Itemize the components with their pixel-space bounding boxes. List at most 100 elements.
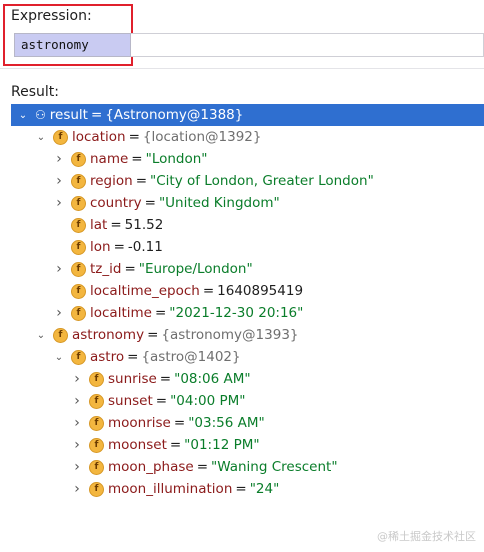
field-name: moonrise [108,415,171,431]
field-name: astronomy [72,327,145,343]
tree-row-name[interactable]: › f name = "London" [11,148,484,170]
field-icon: f [71,349,86,365]
field-name: tz_id [90,261,122,277]
chevron-right-icon[interactable]: › [71,459,83,475]
tree-row-localtime[interactable]: › f localtime = "2021-12-30 20:16" [11,302,484,324]
field-value: {Astronomy@1388} [105,107,244,123]
field-value: 1640895419 [217,283,304,299]
field-icon: f [71,239,86,255]
field-icon: f [89,371,104,387]
field-value: "London" [145,151,208,167]
field-name: moon_phase [108,459,194,475]
field-name: sunset [108,393,153,409]
result-label: Result: [11,84,59,100]
field-name: name [90,151,129,167]
field-icon: f [71,283,86,299]
watermark: @稀土掘金技术社区 [377,530,476,543]
chevron-down-icon[interactable]: ⌄ [53,352,65,363]
tree-row-result[interactable]: ⌄ ⚇ result = {Astronomy@1388} [11,104,484,126]
field-name: region [90,173,133,189]
field-icon: f [71,151,86,167]
equals-sign: = [128,129,140,145]
chevron-right-icon[interactable]: › [71,415,83,431]
expression-input-extension[interactable] [131,33,484,57]
chevron-right-icon[interactable]: › [71,393,83,409]
field-icon: f [53,129,68,145]
tree-row-sunrise[interactable]: › f sunrise = "08:06 AM" [11,368,484,390]
field-icon: f [71,217,86,233]
field-icon: f [89,481,104,497]
chevron-right-icon[interactable]: › [53,261,65,277]
tree-row-location[interactable]: ⌄ f location = {location@1392} [11,126,484,148]
chevron-right-icon[interactable]: › [71,437,83,453]
expression-input[interactable]: astronomy [14,33,131,57]
equals-sign: = [169,437,182,453]
divider [0,68,484,69]
field-icon: f [71,261,86,277]
field-icon: f [71,305,86,321]
equals-sign: = [131,151,143,167]
tree-row-lat[interactable]: f lat = 51.52 [11,214,484,236]
equals-sign: = [159,371,172,387]
chevron-down-icon[interactable]: ⌄ [35,330,47,341]
field-name: country [90,195,142,211]
tree-row-tz_id[interactable]: › f tz_id = "Europe/London" [11,258,484,280]
field-value: "City of London, Greater London" [150,173,374,189]
equals-sign: = [202,283,215,299]
field-icon: f [89,437,104,453]
field-icon: f [89,393,104,409]
chevron-right-icon[interactable]: › [53,195,65,211]
equals-sign: = [173,415,186,431]
field-icon: f [89,459,104,475]
field-name: astro [90,349,125,365]
tree-row-lon[interactable]: f lon = -0.11 [11,236,484,258]
field-value: {astro@1402} [141,349,241,365]
chevron-right-icon[interactable]: › [53,151,65,167]
field-name: result [49,107,88,123]
field-value: "Europe/London" [138,261,253,277]
equals-sign: = [147,327,159,343]
chevron-right-icon[interactable]: › [71,481,83,497]
field-value: "2021-12-30 20:16" [169,305,304,321]
tree-row-country[interactable]: › f country = "United Kingdom" [11,192,484,214]
field-value: "03:56 AM" [188,415,265,431]
field-value: "24" [249,481,280,497]
field-icon: f [53,327,68,343]
chevron-right-icon[interactable]: › [71,371,83,387]
field-value: "04:00 PM" [170,393,246,409]
tree-row-astronomy[interactable]: ⌄ f astronomy = {astronomy@1393} [11,324,484,346]
field-value: {astronomy@1393} [161,327,299,343]
field-value: "01:12 PM" [184,437,260,453]
equals-sign: = [235,481,247,497]
tree-row-sunset[interactable]: › f sunset = "04:00 PM" [11,390,484,412]
tree-row-region[interactable]: › f region = "City of London, Greater London… [11,170,484,192]
field-icon: f [89,415,104,431]
equals-sign: = [124,261,136,277]
field-name: lat [90,217,108,233]
tree-row-localtime_epoch[interactable]: f localtime_epoch = 1640895419 [11,280,484,302]
tree-row-moonrise[interactable]: › f moonrise = "03:56 AM" [11,412,484,434]
equals-sign: = [196,459,209,475]
field-value: "08:06 AM" [174,371,251,387]
field-value: {location@1392} [142,129,262,145]
tree-row-moonset[interactable]: › f moonset = "01:12 PM" [11,434,484,456]
tree-row-moon_phase[interactable]: › f moon_phase = "Waning Crescent" [11,456,484,478]
field-name: moonset [108,437,167,453]
field-icon: f [71,195,86,211]
tree-row-moon_illumination[interactable]: › f moon_illumination = "24" [11,478,484,500]
field-name: localtime_epoch [90,283,200,299]
equals-sign: = [127,349,139,365]
field-name: sunrise [108,371,157,387]
chevron-down-icon[interactable]: ⌄ [35,132,47,143]
chevron-right-icon[interactable]: › [53,173,65,189]
field-name: location [72,129,126,145]
equals-sign: = [154,305,167,321]
field-value: "Waning Crescent" [211,459,338,475]
chevron-right-icon[interactable]: › [53,305,65,321]
chevron-down-icon[interactable]: ⌄ [17,110,29,121]
field-value: 51.52 [124,217,164,233]
tree-row-astro[interactable]: ⌄ f astro = {astro@1402} [11,346,484,368]
field-name: moon_illumination [108,481,233,497]
field-name: localtime [90,305,152,321]
equals-sign: = [113,239,125,255]
